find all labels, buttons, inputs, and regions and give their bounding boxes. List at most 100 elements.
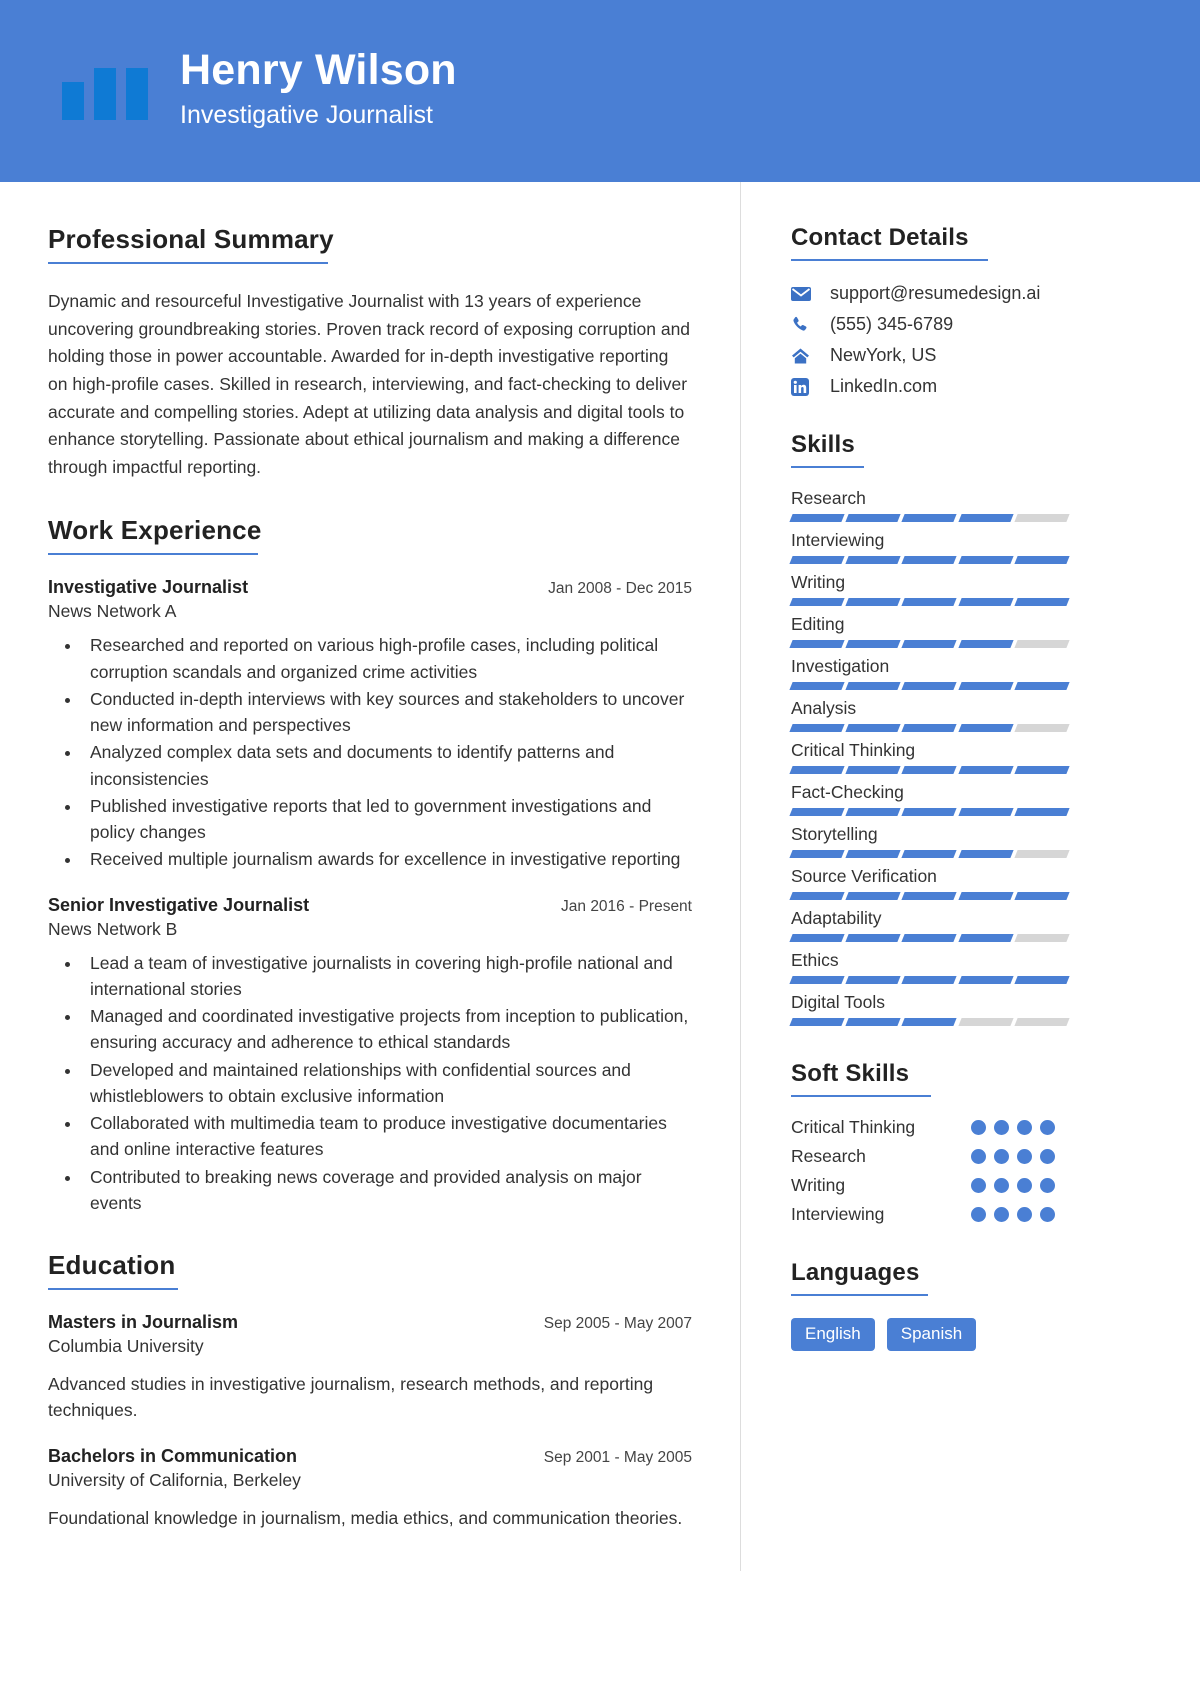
skill-level-bar [789, 766, 1070, 774]
job-header: Investigative Journalist Jan 2008 - Dec 2… [48, 577, 692, 598]
contact-row[interactable]: (555) 345-6789 [791, 314, 1170, 335]
summary-underline [48, 262, 328, 264]
skill-segment [957, 640, 1014, 648]
language-chip[interactable]: English [791, 1318, 875, 1352]
skill-segment [957, 556, 1014, 564]
contact-value: LinkedIn.com [830, 376, 938, 396]
skill-segment [845, 598, 902, 606]
skill-segment [901, 598, 958, 606]
skill-item: Research [789, 488, 1170, 522]
contact-value: support@resumedesign.ai [830, 283, 1041, 303]
skill-label: Source Verification [791, 866, 937, 886]
home-icon [791, 347, 821, 365]
soft-skill-label: Interviewing [791, 1204, 885, 1224]
soft-skill-row: Critical Thinking [791, 1117, 1055, 1138]
skill-segment [901, 640, 958, 648]
skill-label: Critical Thinking [791, 740, 916, 760]
contact-row[interactable]: LinkedIn.com [791, 376, 1170, 397]
skill-segment [845, 682, 902, 690]
envelope-icon [791, 286, 821, 302]
job-role: Investigative Journalist [48, 577, 249, 598]
skill-label: Storytelling [791, 824, 878, 844]
contact-row[interactable]: NewYork, US [791, 345, 1170, 366]
section-skills: Skills Research Interviewing Writing Editin… [789, 431, 1170, 1026]
education-heading: Education [48, 1250, 176, 1281]
skill-item: Fact-Checking [789, 782, 1170, 816]
skill-segment [1014, 892, 1070, 900]
skill-segment [901, 682, 958, 690]
skill-segment [957, 976, 1014, 984]
skill-segment [845, 850, 902, 858]
education-date: Sep 2005 - May 2007 [543, 1315, 692, 1333]
skill-level-bar [789, 808, 1070, 816]
skill-segment [957, 1018, 1014, 1026]
skill-segment [845, 934, 902, 942]
education-degree: Bachelors in Communication [48, 1445, 298, 1466]
contact-heading: Contact Details [791, 224, 969, 251]
education-description: Advanced studies in investigative journa… [48, 1374, 654, 1421]
resume-header: Henry Wilson Investigative Journalist [0, 0, 1200, 182]
skill-segment [957, 766, 1014, 774]
skill-segment [1014, 556, 1070, 564]
section-contact-details: Contact Details support@resumedesign.ai (… [791, 224, 1170, 397]
rating-dot [971, 1207, 986, 1222]
skill-label: Analysis [791, 698, 857, 718]
soft-skill-rating [971, 1120, 1055, 1135]
candidate-name: Henry Wilson [180, 46, 457, 95]
skill-segment [845, 976, 902, 984]
resume-body: Professional Summary Dynamic and resourc… [0, 182, 1200, 1571]
skill-item: Digital Tools [789, 992, 1170, 1026]
skill-segment [957, 892, 1014, 900]
rating-dot [994, 1120, 1009, 1135]
language-chip[interactable]: Spanish [886, 1318, 977, 1352]
skill-segment [901, 976, 958, 984]
languages-heading: Languages [791, 1259, 920, 1286]
skill-segment [1014, 1018, 1070, 1026]
skill-segment [1014, 808, 1070, 816]
skill-label: Investigation [791, 656, 890, 676]
skill-segment [1014, 976, 1070, 984]
skill-level-bar [789, 514, 1070, 522]
soft-skills-list: Critical Thinking Research Writing Intervie… [791, 1117, 1170, 1225]
skill-segment [957, 850, 1014, 858]
job-entry: Investigative Journalist Jan 2008 - Dec 2… [48, 577, 692, 872]
soft-skills-underline [791, 1095, 931, 1097]
education-header: Masters in Journalism Sep 2005 - May 2007 [48, 1312, 692, 1333]
skill-segment [1014, 850, 1070, 858]
skill-segment [789, 808, 845, 816]
skill-segment [789, 514, 845, 522]
education-entry: Bachelors in Communication Sep 2001 - May… [48, 1446, 692, 1531]
soft-skill-label: Research [791, 1146, 866, 1166]
phone-icon [791, 316, 821, 334]
skill-level-bar [789, 850, 1070, 858]
rating-dot [1040, 1149, 1055, 1164]
skill-segment [789, 556, 845, 564]
education-school: Columbia University [48, 1336, 204, 1357]
skill-segment [901, 850, 958, 858]
contact-list: support@resumedesign.ai (555) 345-6789 New… [791, 283, 1170, 397]
skill-segment [789, 976, 845, 984]
skill-segment [789, 850, 845, 858]
skill-segment [957, 724, 1014, 732]
contact-value: NewYork, US [830, 345, 937, 365]
skill-item: Adaptability [789, 908, 1170, 942]
skill-level-bar [789, 892, 1070, 900]
soft-skills-heading: Soft Skills [791, 1060, 910, 1087]
rating-dot [1017, 1207, 1032, 1222]
skill-segment [1014, 640, 1070, 648]
skill-level-bar [789, 1018, 1070, 1026]
job-organization: News Network B [48, 918, 178, 939]
job-bullet: Managed and coordinated investigative pr… [82, 1003, 692, 1056]
contact-row[interactable]: support@resumedesign.ai [791, 283, 1170, 304]
skill-segment [789, 766, 845, 774]
job-bullet: Contributed to breaking news coverage an… [82, 1164, 692, 1217]
rating-dot [971, 1149, 986, 1164]
three-bars-logo-icon [62, 62, 148, 120]
skill-level-bar [789, 724, 1070, 732]
skill-segment [1014, 514, 1070, 522]
work-underline [48, 553, 258, 556]
skill-level-bar [789, 640, 1070, 648]
jobs-container: Investigative Journalist Jan 2008 - Dec 2… [48, 577, 692, 1216]
skills-underline [791, 466, 864, 468]
rating-dot [1017, 1120, 1032, 1135]
